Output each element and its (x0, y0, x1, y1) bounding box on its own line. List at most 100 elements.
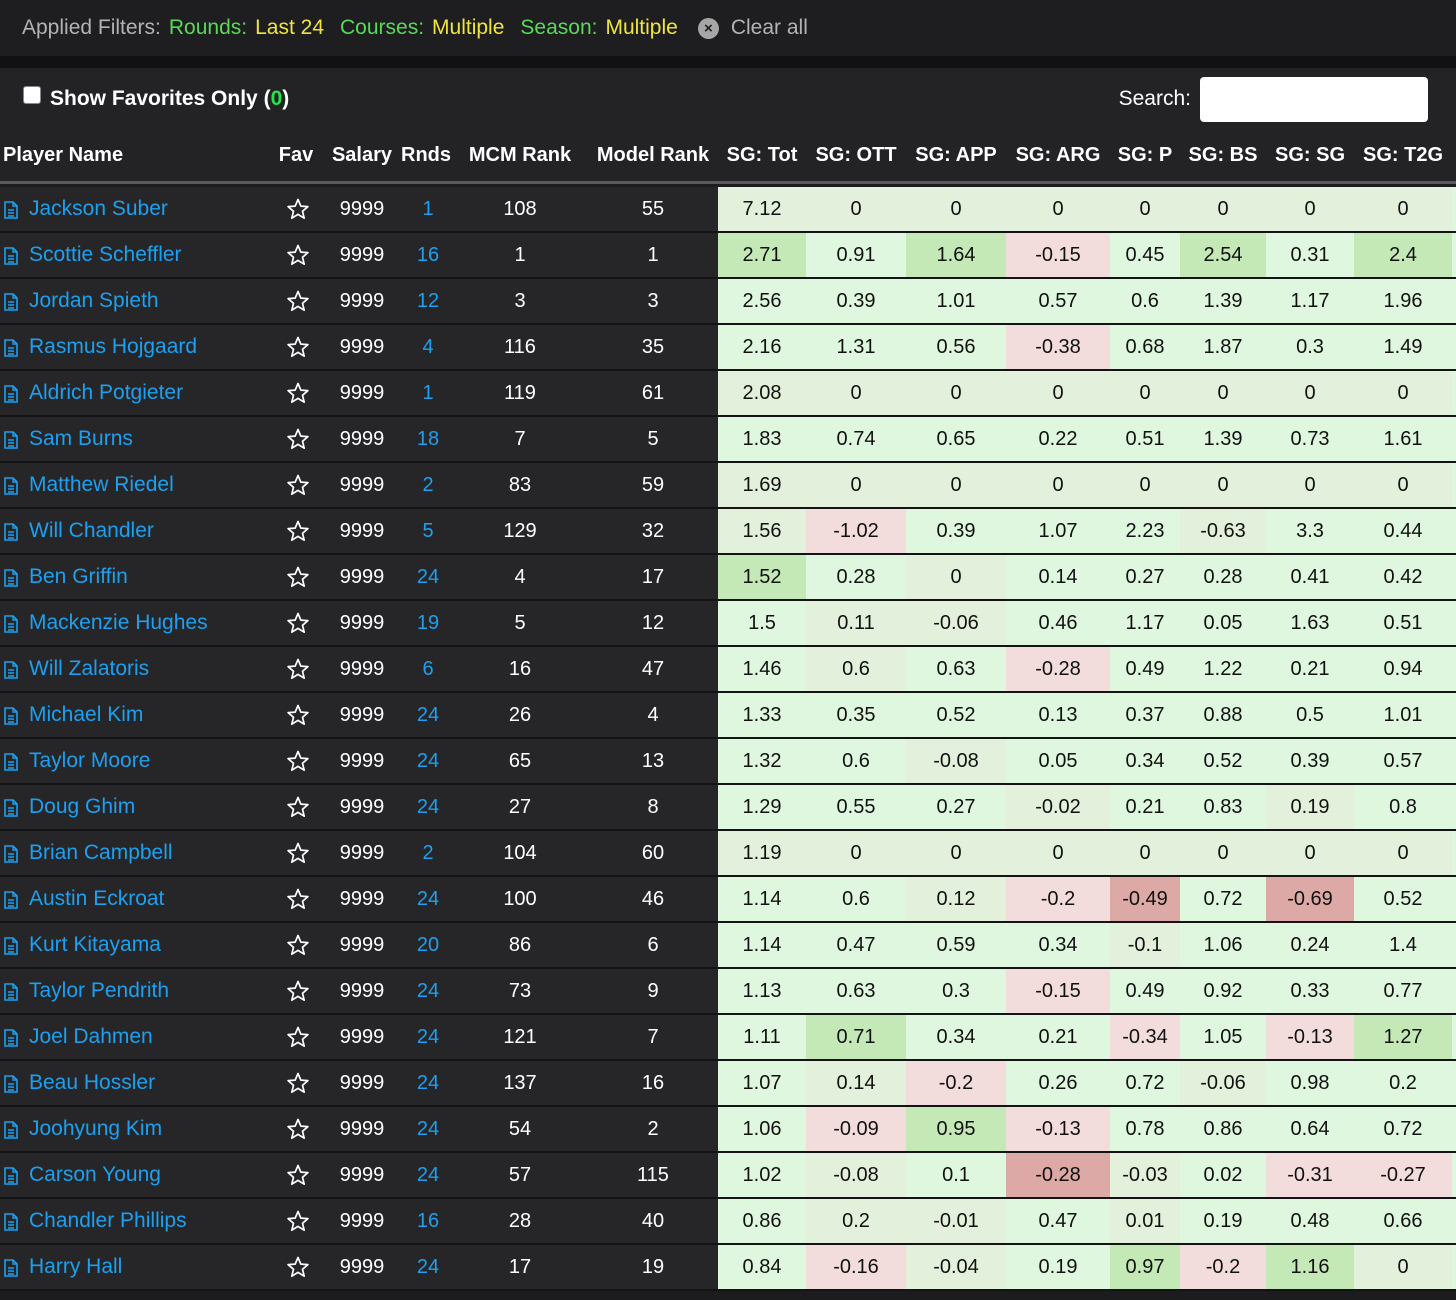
rounds-cell[interactable]: 1 (404, 371, 452, 415)
favorite-star-icon[interactable] (286, 1025, 310, 1049)
player-name-link[interactable]: Will Chandler (29, 519, 154, 543)
player-profile-icon[interactable] (4, 753, 18, 771)
favorite-star-icon[interactable] (286, 289, 310, 313)
filter-rounds-key[interactable]: Rounds: (169, 16, 247, 40)
header-sg-bs[interactable]: SG: BS (1180, 130, 1266, 181)
player-profile-icon[interactable] (4, 1167, 18, 1185)
player-name-link[interactable]: Sam Burns (29, 427, 133, 451)
favorite-star-icon[interactable] (286, 335, 310, 359)
rounds-cell[interactable]: 18 (404, 417, 452, 461)
player-name-link[interactable]: Taylor Pendrith (29, 979, 169, 1003)
table-row[interactable]: Beau Hossler 9999 24 137 16 1.07 0.14 -0.2 0.26 0… (0, 1061, 1456, 1107)
favorite-star-icon[interactable] (286, 795, 310, 819)
player-profile-icon[interactable] (4, 431, 18, 449)
table-row[interactable]: Joohyung Kim 9999 24 54 2 1.06 -0.09 0.95 -0.13 0… (0, 1107, 1456, 1153)
rounds-cell[interactable]: 2 (404, 463, 452, 507)
rounds-cell[interactable]: 6 (404, 647, 452, 691)
player-profile-icon[interactable] (4, 201, 18, 219)
favorite-star-icon[interactable] (286, 427, 310, 451)
table-row[interactable]: Brian Campbell 9999 2 104 60 1.19 0 0 0 0 0 0 0 (0, 831, 1456, 877)
favorite-star-icon[interactable] (286, 657, 310, 681)
favorite-star-icon[interactable] (286, 749, 310, 773)
favorite-star-icon[interactable] (286, 243, 310, 267)
filter-courses-value[interactable]: Multiple (432, 16, 504, 40)
player-name-link[interactable]: Matthew Riedel (29, 473, 174, 497)
player-profile-icon[interactable] (4, 569, 18, 587)
player-profile-icon[interactable] (4, 661, 18, 679)
rounds-cell[interactable]: 2 (404, 831, 452, 875)
table-row[interactable]: Rasmus Hojgaard 9999 4 116 35 2.16 1.31 0.56 -0.… (0, 325, 1456, 371)
player-name-link[interactable]: Aldrich Potgieter (29, 381, 183, 405)
header-sg-ott[interactable]: SG: OTT (806, 130, 906, 181)
header-mcm-rank[interactable]: MCM Rank (460, 130, 580, 181)
search-input[interactable] (1200, 76, 1428, 122)
player-profile-icon[interactable] (4, 339, 18, 357)
clear-all-icon[interactable]: × (697, 17, 719, 39)
player-name-link[interactable]: Mackenzie Hughes (29, 611, 208, 635)
rounds-cell[interactable]: 4 (404, 325, 452, 369)
rounds-cell[interactable]: 24 (404, 1107, 452, 1151)
favorite-star-icon[interactable] (286, 887, 310, 911)
player-profile-icon[interactable] (4, 707, 18, 725)
header-sg-t2g[interactable]: SG: T2G (1354, 130, 1452, 181)
table-row[interactable]: Matthew Riedel 9999 2 83 59 1.69 0 0 0 0 0 0 0 (0, 463, 1456, 509)
rounds-cell[interactable]: 19 (404, 601, 452, 645)
clear-all-button[interactable]: Clear all (731, 16, 808, 40)
player-profile-icon[interactable] (4, 477, 18, 495)
header-salary[interactable]: Salary (322, 130, 402, 181)
player-name-link[interactable]: Beau Hossler (29, 1071, 155, 1095)
filter-season-key[interactable]: Season: (520, 16, 597, 40)
player-profile-icon[interactable] (4, 385, 18, 403)
player-profile-icon[interactable] (4, 799, 18, 817)
header-sg-arg[interactable]: SG: ARG (1006, 130, 1110, 181)
player-name-link[interactable]: Michael Kim (29, 703, 143, 727)
filter-season-value[interactable]: Multiple (605, 16, 677, 40)
player-profile-icon[interactable] (4, 247, 18, 265)
table-row[interactable]: Harry Hall 9999 24 17 19 0.84 -0.16 -0.04 0.19 0.… (0, 1245, 1456, 1291)
favorite-star-icon[interactable] (286, 381, 310, 405)
player-name-link[interactable]: Kurt Kitayama (29, 933, 161, 957)
rounds-cell[interactable]: 24 (404, 1015, 452, 1059)
favorite-star-icon[interactable] (286, 473, 310, 497)
player-profile-icon[interactable] (4, 937, 18, 955)
player-name-link[interactable]: Austin Eckroat (29, 887, 164, 911)
rounds-cell[interactable]: 24 (404, 877, 452, 921)
table-row[interactable]: Scottie Scheffler 9999 16 1 1 2.71 0.91 1.64 -0.… (0, 233, 1456, 279)
player-profile-icon[interactable] (4, 845, 18, 863)
player-name-link[interactable]: Scottie Scheffler (29, 243, 182, 267)
favorite-star-icon[interactable] (286, 979, 310, 1003)
player-name-link[interactable]: Joohyung Kim (29, 1117, 162, 1141)
show-favorites-toggle[interactable]: Show Favorites Only (0) (23, 86, 289, 111)
header-fav[interactable]: Fav (270, 130, 322, 181)
rounds-cell[interactable]: 1 (404, 187, 452, 231)
table-row[interactable]: Michael Kim 9999 24 26 4 1.33 0.35 0.52 0.13 0.37… (0, 693, 1456, 739)
table-row[interactable]: Aldrich Potgieter 9999 1 119 61 2.08 0 0 0 0 0 0 0 (0, 371, 1456, 417)
favorite-star-icon[interactable] (286, 1209, 310, 1233)
rounds-cell[interactable]: 24 (404, 555, 452, 599)
rounds-cell[interactable]: 24 (404, 785, 452, 829)
rounds-cell[interactable]: 24 (404, 693, 452, 737)
rounds-cell[interactable]: 24 (404, 969, 452, 1013)
player-profile-icon[interactable] (4, 1029, 18, 1047)
table-row[interactable]: Taylor Moore 9999 24 65 13 1.32 0.6 -0.08 0.05 0.… (0, 739, 1456, 785)
player-name-link[interactable]: Doug Ghim (29, 795, 135, 819)
header-model-rank[interactable]: Model Rank (588, 130, 718, 181)
favorite-star-icon[interactable] (286, 611, 310, 635)
rounds-cell[interactable]: 24 (404, 1245, 452, 1289)
player-profile-icon[interactable] (4, 293, 18, 311)
player-profile-icon[interactable] (4, 983, 18, 1001)
player-profile-icon[interactable] (4, 523, 18, 541)
player-name-link[interactable]: Joel Dahmen (29, 1025, 153, 1049)
player-profile-icon[interactable] (4, 891, 18, 909)
favorite-star-icon[interactable] (286, 1163, 310, 1187)
favorite-star-icon[interactable] (286, 841, 310, 865)
rounds-cell[interactable]: 12 (404, 279, 452, 323)
favorites-checkbox[interactable] (23, 86, 41, 104)
table-row[interactable]: Sam Burns 9999 18 7 5 1.83 0.74 0.65 0.22 0.51 1.3… (0, 417, 1456, 463)
player-name-link[interactable]: Brian Campbell (29, 841, 173, 865)
player-name-link[interactable]: Harry Hall (29, 1255, 122, 1279)
table-row[interactable]: Jordan Spieth 9999 12 3 3 2.56 0.39 1.01 0.57 0.6… (0, 279, 1456, 325)
header-sg-tot[interactable]: SG: Tot (718, 130, 806, 181)
table-row[interactable]: Carson Young 9999 24 57 115 1.02 -0.08 0.1 -0.28… (0, 1153, 1456, 1199)
favorite-star-icon[interactable] (286, 197, 310, 221)
